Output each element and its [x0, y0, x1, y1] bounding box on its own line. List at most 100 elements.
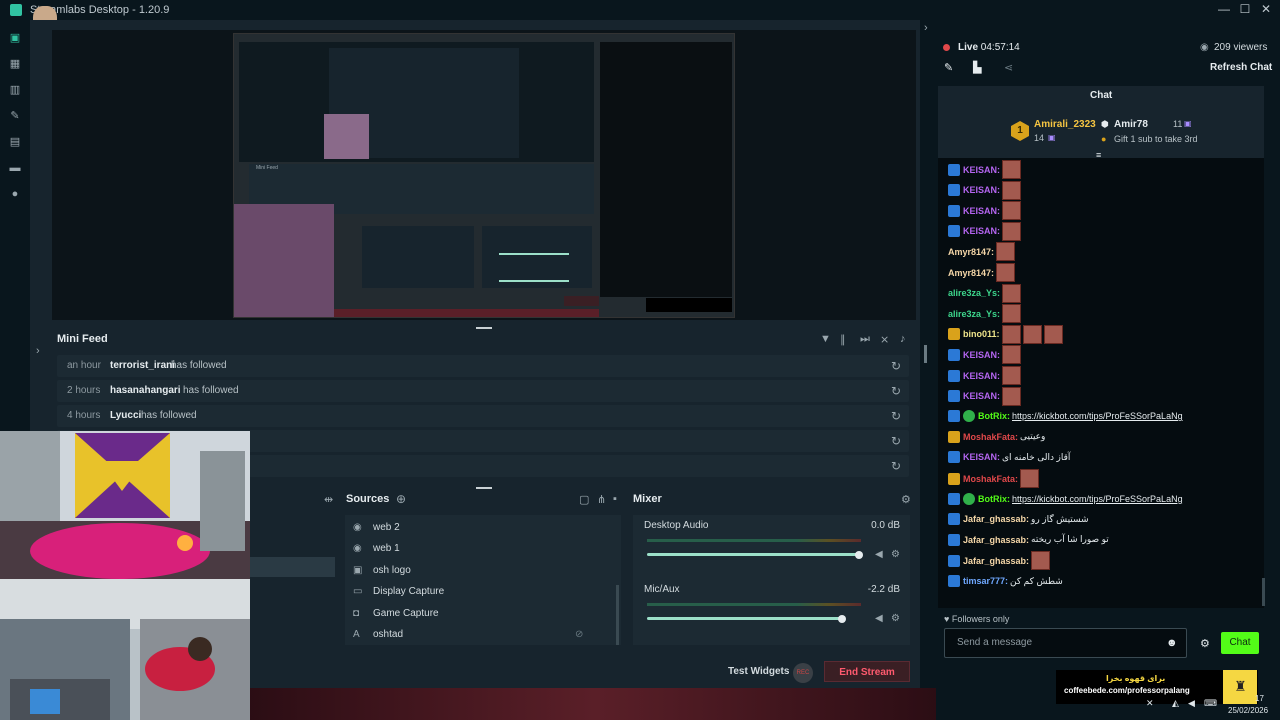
chat-username[interactable]: Amyr8147: — [948, 268, 994, 278]
coffee-cup-icon: ♜ — [1223, 670, 1257, 704]
scene-transitions-icon[interactable]: ⇹ — [324, 493, 333, 506]
send-chat-button[interactable]: Chat — [1221, 632, 1259, 654]
chat-username[interactable]: timsar777: — [963, 576, 1008, 586]
scrollbar[interactable] — [616, 585, 619, 645]
chat-username[interactable]: MoshakFata: — [963, 474, 1018, 484]
collapse-right-icon[interactable]: › — [924, 22, 928, 34]
store-icon[interactable]: ▤ — [9, 136, 21, 148]
volume-icon[interactable]: ♪ — [900, 333, 906, 345]
resize-handle[interactable] — [476, 327, 492, 329]
chat-username[interactable]: BotRix: — [978, 494, 1010, 504]
source-item[interactable]: ▣ osh logo — [353, 560, 411, 580]
mixer-settings-icon[interactable]: ⚙ — [901, 493, 911, 506]
chat-username[interactable]: KEISAN: — [963, 452, 1000, 462]
chat-link[interactable]: https://kickbot.com/tips/ProFeSSorPaLaNg — [1012, 494, 1183, 504]
chat-username[interactable]: KEISAN: — [963, 226, 1000, 236]
speaker-icon[interactable]: ◀ — [875, 613, 883, 624]
minimize-button[interactable]: — — [1214, 2, 1234, 16]
editor-icon[interactable]: ▣ — [9, 32, 21, 44]
studio-mode-icon[interactable]: ▬ — [9, 162, 21, 174]
test-widgets-button[interactable]: Test Widgets — [728, 666, 789, 677]
record-button[interactable]: REC — [793, 663, 813, 683]
source-item[interactable]: ◘ Game Capture — [353, 603, 439, 623]
edit-stream-icon[interactable]: ✎ — [944, 61, 953, 74]
source-item[interactable]: ◉ web 2 — [353, 517, 400, 537]
chat-username[interactable]: BotRix: — [978, 411, 1010, 421]
second-count: 11 — [1173, 119, 1183, 129]
hidden-eye-icon[interactable]: ⊘ — [575, 629, 583, 640]
chat-username[interactable]: Jafar_ghassab: — [963, 514, 1029, 524]
filter-icon[interactable]: ▼ — [820, 333, 831, 345]
chat-username[interactable]: MoshakFata: — [963, 432, 1018, 442]
add-source-icon[interactable]: ⊕ — [396, 492, 406, 506]
layout-icon[interactable]: ▥ — [9, 84, 21, 96]
chat-input[interactable]: Send a message — [944, 628, 1187, 658]
speaker-icon[interactable]: ◀ — [875, 549, 883, 560]
keyboard-icon[interactable]: ⌨ — [1204, 698, 1217, 709]
source-item[interactable]: Aoshtad — [353, 624, 403, 644]
folder-icon[interactable]: ▪ — [613, 493, 617, 505]
live-indicator-icon — [943, 44, 950, 51]
close-button[interactable]: ✕ — [1256, 2, 1276, 16]
chat-username[interactable]: KEISAN: — [963, 371, 1000, 381]
chat-username[interactable]: Jafar_ghassab: — [963, 556, 1029, 566]
feed-username[interactable]: Lyucci — [110, 410, 141, 421]
replay-alert-icon[interactable]: ↻ — [891, 359, 901, 373]
skip-icon[interactable]: ⏭ — [860, 333, 870, 346]
maximize-button[interactable]: ☐ — [1235, 2, 1255, 16]
chat-username[interactable]: alire3za_Ys: — [948, 288, 1000, 298]
end-stream-button[interactable]: End Stream — [824, 661, 910, 682]
resize-handle[interactable] — [476, 487, 492, 489]
chat-username[interactable]: KEISAN: — [963, 206, 1000, 216]
source-label: Display Capture — [373, 585, 445, 597]
audio-meter — [647, 539, 861, 542]
feed-username[interactable]: hasanahangari — [110, 385, 181, 396]
pause-icon[interactable]: ∥ — [840, 333, 846, 346]
chat-username[interactable]: KEISAN: — [963, 165, 1000, 175]
stream-preview[interactable]: Mini Feed — [233, 33, 735, 318]
tray-close-icon[interactable]: ✕ — [1146, 698, 1154, 709]
chat-scrollbar[interactable] — [1262, 578, 1265, 606]
scrollbar[interactable] — [924, 345, 927, 363]
chat-username[interactable]: KEISAN: — [963, 391, 1000, 401]
chat-username[interactable]: Amyr8147: — [948, 247, 994, 257]
source-item[interactable]: ◉ web 1 — [353, 538, 400, 558]
selected-scene[interactable] — [250, 557, 335, 577]
tools-icon[interactable]: ▙ — [973, 61, 981, 74]
chat-settings-icon[interactable]: ⚙ — [1200, 637, 1210, 650]
mic-icon[interactable]: ⋔ — [597, 493, 606, 506]
source-item[interactable]: ▭ Display Capture — [353, 581, 444, 601]
subscriber-badge-icon — [948, 163, 960, 176]
source-group-icon[interactable]: ▢ — [579, 493, 589, 506]
chat-username[interactable]: alire3za_Ys: — [948, 309, 1000, 319]
volume-slider[interactable] — [647, 553, 859, 556]
emoji-icon[interactable]: ☻ — [1166, 637, 1178, 649]
expand-left-icon[interactable]: › — [36, 345, 40, 357]
replay-alert-icon[interactable]: ↻ — [891, 459, 901, 473]
volume-tray-icon[interactable]: ◀ — [1188, 698, 1195, 709]
themes-icon[interactable]: ✎ — [9, 110, 21, 122]
volume-slider-knob[interactable] — [837, 615, 846, 623]
feed-username[interactable]: terrorist_irani — [110, 360, 175, 371]
share-icon[interactable]: ⋖ — [1004, 61, 1013, 74]
chat-username[interactable]: bino011: — [963, 329, 1000, 339]
volume-slider-knob[interactable] — [854, 551, 863, 559]
chat-username[interactable]: KEISAN: — [963, 350, 1000, 360]
chat-message: KEISAN: — [948, 386, 1022, 406]
dashboard-icon[interactable]: ▦ — [9, 58, 21, 70]
refresh-chat-button[interactable]: Refresh Chat — [1210, 62, 1272, 73]
volume-slider[interactable] — [647, 617, 842, 620]
network-icon[interactable]: ◭ — [1172, 698, 1179, 709]
leader-name[interactable]: Amirali_2323 — [1034, 119, 1096, 130]
mute-alerts-icon[interactable]: ⨯ — [880, 333, 889, 346]
chat-link[interactable]: https://kickbot.com/tips/ProFeSSorPaLaNg — [1012, 411, 1183, 421]
channel-settings-icon[interactable]: ⚙ — [891, 549, 900, 560]
second-name[interactable]: Amir78 — [1114, 119, 1148, 130]
replay-alert-icon[interactable]: ↻ — [891, 384, 901, 398]
chat-username[interactable]: Jafar_ghassab: — [963, 535, 1029, 545]
replay-alert-icon[interactable]: ↻ — [891, 434, 901, 448]
chat-username[interactable]: KEISAN: — [963, 185, 1000, 195]
replay-alert-icon[interactable]: ↻ — [891, 409, 901, 423]
record-icon[interactable]: ● — [9, 188, 21, 200]
channel-settings-icon[interactable]: ⚙ — [891, 613, 900, 624]
